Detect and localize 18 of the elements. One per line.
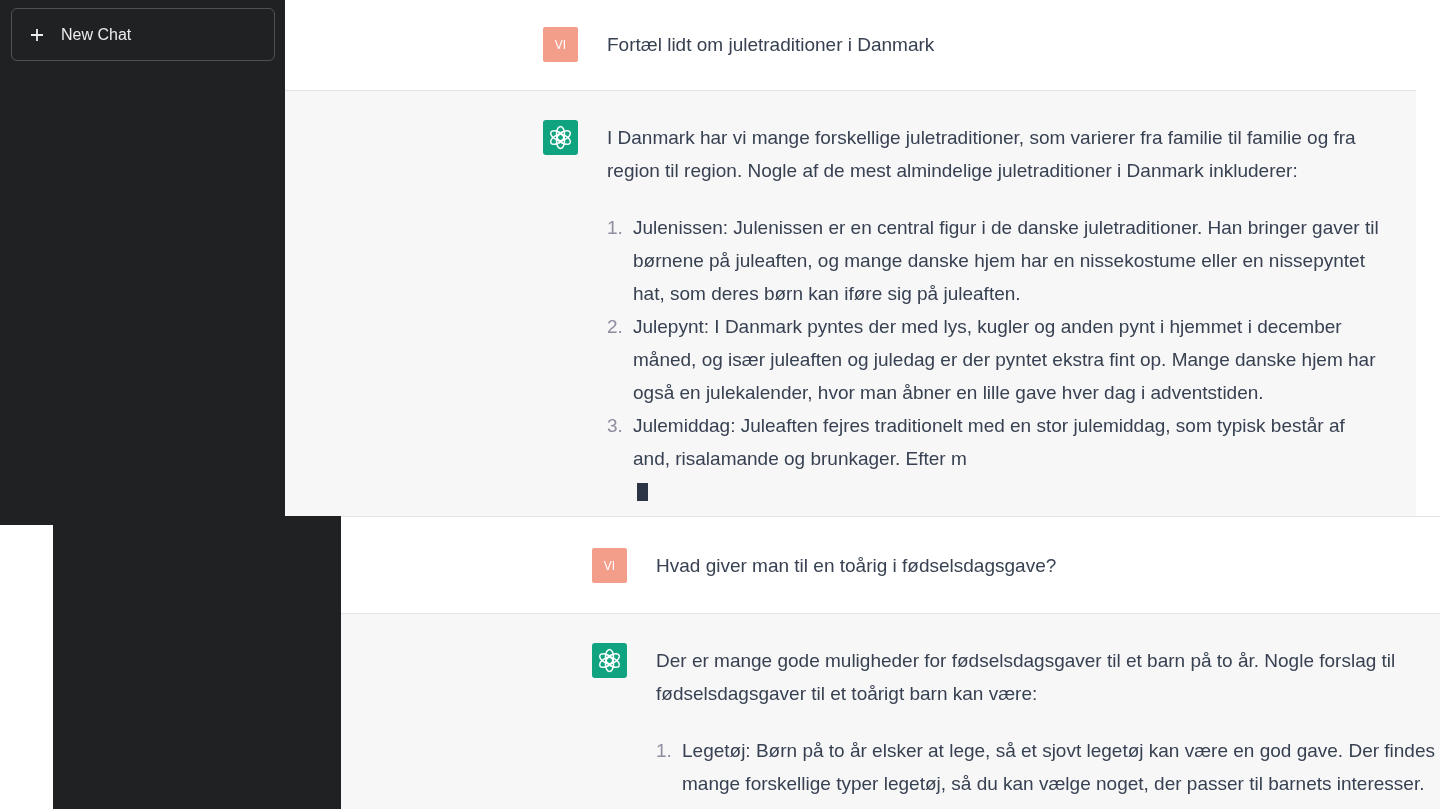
new-chat-button[interactable]: New Chat <box>11 8 275 61</box>
list-item-text: Legetøj: Børn på to år elsker at lege, så et sjovt legetøj kan være en god gave. Der findes mange forskellige typer legetøj, så du kan vælge noget, der passer til barnets interesser. <box>682 739 1436 796</box>
list-item-text: Julepynt: I Danmark pyntes der med lys, kugler og anden pynt i hjemmet i december måned, og især juleaften og juledag er der pyntet ekstra fint op. Mange danske hjem har også en julekalender, hvor man åbner en lille gave hver dag i adventstiden. <box>633 315 1377 405</box>
user-avatar: VI <box>543 27 578 62</box>
list-item-text: Julenissen: Julenissen er en central figur i de danske juletraditioner. Han bringer gaver til børnene på juleaften, og mange danske hjem har en nissekostume eller en nissepyntet hat, som deres børn kan iføre sig på juleaften. <box>633 216 1380 306</box>
list-number: 1. <box>607 216 624 240</box>
list-item-text: Julemiddag: Juleaften fejres traditionelt med en stor julemiddag, som typisk består af and, risalamande og brunkager. Efter m <box>633 414 1346 471</box>
petal-logo-icon <box>592 643 627 678</box>
user-avatar: VI <box>592 548 627 583</box>
list-number: 1. <box>656 739 673 763</box>
list-number: 2. <box>607 315 624 339</box>
petal-logo-icon <box>543 120 578 155</box>
response-paragraph: Der er mange gode muligheder for fødselsdagsgaver til et barn på to år. Nogle forslag til fødselsdagsgaver til et toårigt barn kan være: <box>656 649 1397 706</box>
prompt-text: Fortæl lidt om juletraditioner i Danmark <box>607 33 935 57</box>
plus-icon <box>31 28 43 41</box>
response-paragraph: I Danmark har vi mange forskellige juletraditioner, som varierer fra familie til familie og fra region til region. Nogle af de mest almindelige juletraditioner i Danmark inkluderer: <box>607 126 1357 183</box>
list-number: 3. <box>607 414 624 438</box>
prompt-text: Hvad giver man til en toårig i fødselsdagsgave? <box>656 554 1057 578</box>
